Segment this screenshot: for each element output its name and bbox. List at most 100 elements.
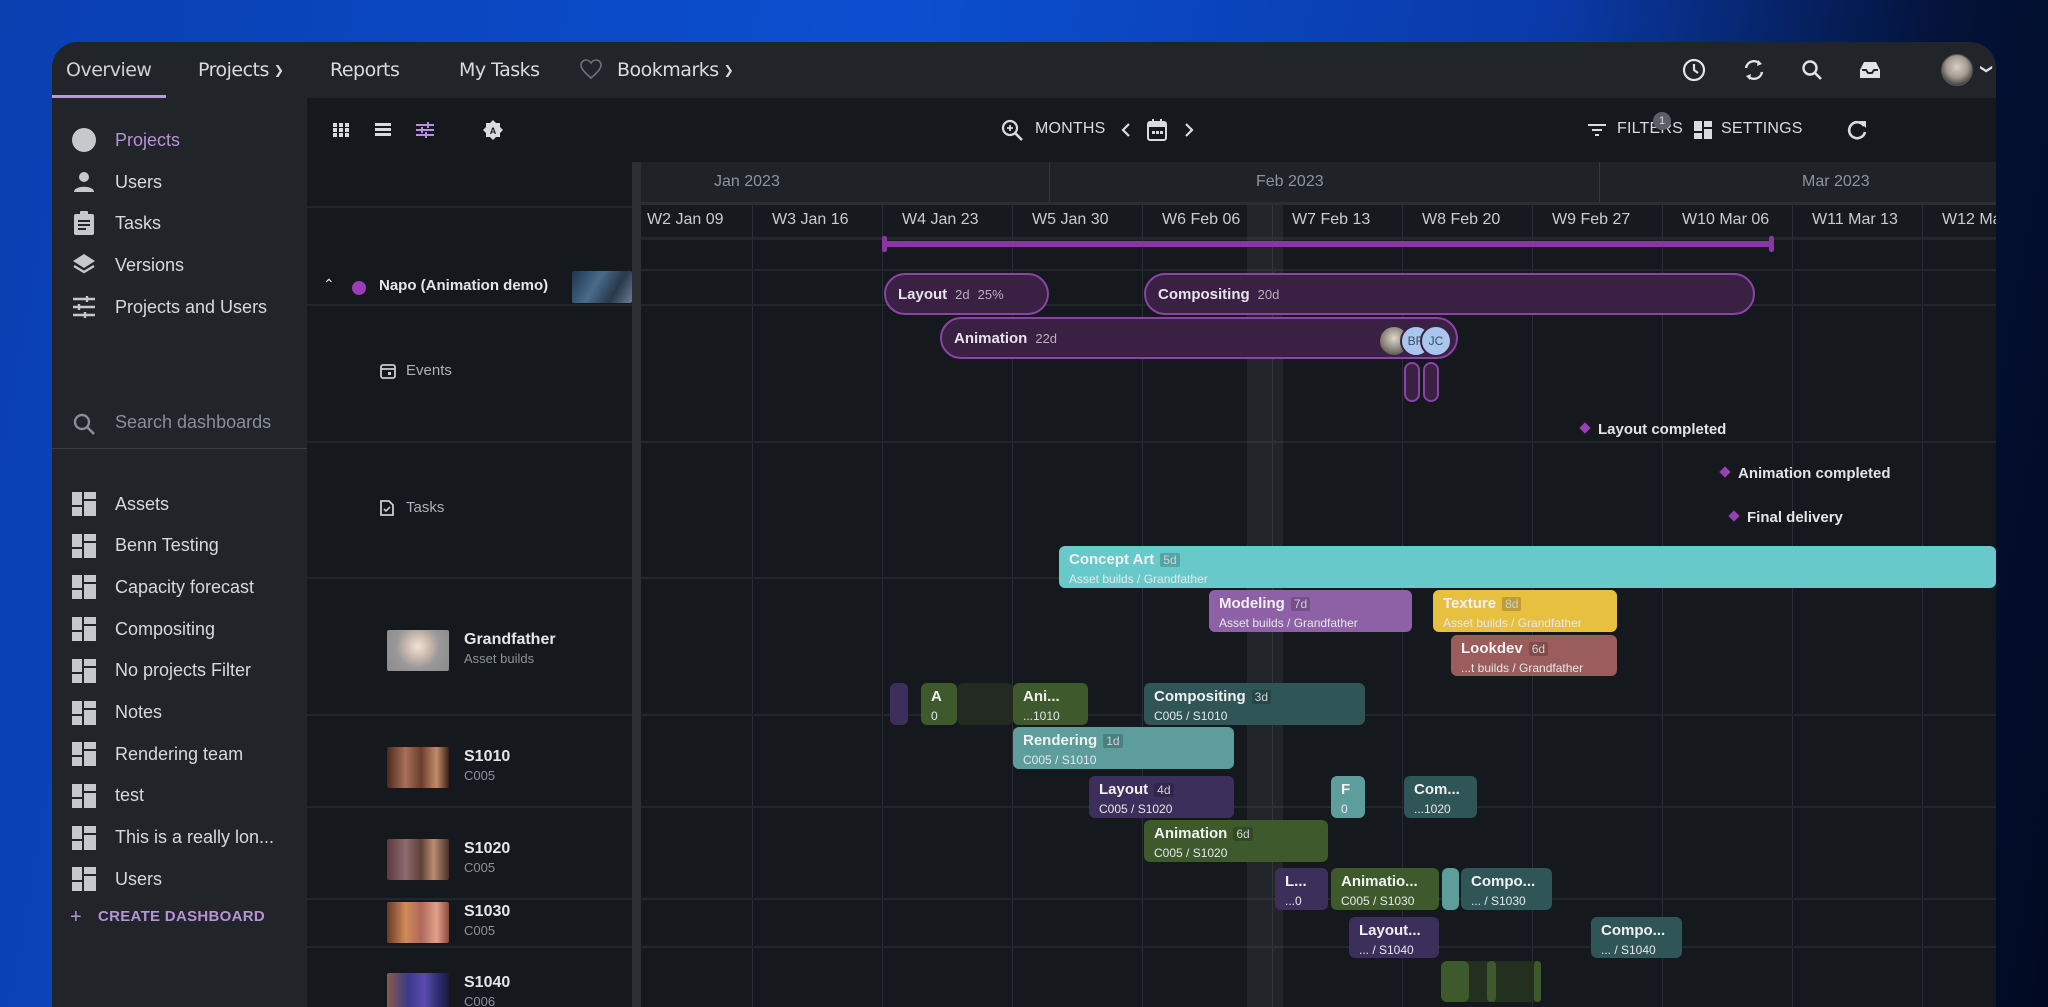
sidebar-dashboard-item[interactable]: Capacity forecast <box>52 567 307 607</box>
nav-tab-projects[interactable]: Projects ❯ <box>198 42 284 98</box>
month-header: Jan 2023 Feb 2023 Mar 2023 <box>641 162 1996 205</box>
milestone[interactable]: Layout completed <box>1579 421 1726 438</box>
create-dashboard-button[interactable]: + CREATE DASHBOARD <box>70 906 265 929</box>
entity-name[interactable]: S1030 <box>464 903 510 921</box>
list-view-icon[interactable] <box>371 118 395 142</box>
task-bar[interactable] <box>890 683 908 725</box>
event-mini[interactable] <box>1423 362 1439 402</box>
entity-name[interactable]: S1040 <box>464 974 510 992</box>
task-shadow <box>957 683 1013 725</box>
task-title: F <box>1341 781 1351 798</box>
task-bar[interactable]: Compo... ... / S1030 <box>1461 868 1552 910</box>
sidebar-item-versions[interactable]: Versions <box>52 245 307 285</box>
task-bar[interactable]: Compositing 3d C005 / S1010 <box>1144 683 1365 725</box>
task-title: Animation <box>1154 825 1228 842</box>
task-bar[interactable]: Lookdev 6d ...t builds / Grandfather <box>1451 635 1617 676</box>
gantt-view-icon[interactable] <box>413 118 437 142</box>
task-bar[interactable]: Layout... ... / S1040 <box>1349 917 1439 958</box>
entity-name[interactable]: S1020 <box>464 840 510 858</box>
task-bar[interactable]: Ani... ...1010 <box>1013 683 1088 725</box>
clock-icon[interactable] <box>1680 56 1708 84</box>
task-bar[interactable]: L... ...0 <box>1275 868 1328 910</box>
chevron-right-icon[interactable] <box>1177 118 1201 142</box>
task-bar[interactable]: A0 <box>921 683 957 725</box>
task-bar[interactable]: Rendering 1d C005 / S1010 <box>1013 727 1234 769</box>
sidebar-dashboard-item[interactable]: Assets <box>52 484 307 524</box>
user-avatar[interactable] <box>1941 54 1973 86</box>
sidebar-dashboard-item[interactable]: Users <box>52 859 307 899</box>
task-bar[interactable] <box>1442 868 1459 910</box>
filter-icon[interactable] <box>1585 118 1609 142</box>
task-bar-small[interactable] <box>1534 961 1541 1002</box>
task-subtitle: 0 <box>931 709 938 723</box>
task-bar[interactable]: Animatio... C005 / S1030 <box>1331 868 1439 910</box>
dashboard-icon <box>70 865 98 893</box>
sidebar-dashboard-item[interactable]: This is a really lon... <box>52 818 307 858</box>
milestone[interactable]: Animation completed <box>1719 465 1891 482</box>
task-subtitle: Asset builds / Grandfather <box>1443 616 1582 630</box>
task-duration: 1d <box>1103 734 1123 748</box>
project-start-handle[interactable] <box>882 236 887 252</box>
zoom-icon[interactable] <box>1000 118 1024 142</box>
chevron-left-icon[interactable] <box>1114 118 1138 142</box>
task-bar[interactable]: Layout 4d C005 / S1020 <box>1089 776 1234 818</box>
sidebar-item-projects-and-users[interactable]: Projects and Users <box>52 287 307 327</box>
calendar-icon[interactable] <box>1145 118 1169 142</box>
project-end-handle[interactable] <box>1769 236 1774 252</box>
task-bar-small[interactable] <box>1487 961 1496 1002</box>
inbox-icon[interactable] <box>1856 56 1884 84</box>
task-bar[interactable]: Modeling 7d Asset builds / Grandfather <box>1209 590 1412 632</box>
sidebar-dashboard-item[interactable]: test <box>52 776 307 816</box>
column-resize-handle[interactable] <box>632 162 641 1007</box>
task-bar-small[interactable] <box>1441 961 1469 1002</box>
project-name[interactable]: Napo (Animation demo) <box>379 277 548 294</box>
search-icon[interactable] <box>1798 56 1826 84</box>
event-mini[interactable] <box>1404 362 1420 402</box>
assignee-avatar[interactable]: JC <box>1420 325 1452 357</box>
task-subtitle: ... / S1040 <box>1601 943 1656 957</box>
collapse-chevron-icon[interactable]: ⌃ <box>323 276 335 293</box>
task-title: Animatio... <box>1341 873 1418 890</box>
nav-tab-my-tasks[interactable]: My Tasks <box>459 42 540 98</box>
grid-view-icon[interactable] <box>329 118 353 142</box>
task-bar[interactable]: Animation 6d C005 / S1020 <box>1144 820 1328 862</box>
sidebar-item-projects[interactable]: Projects <box>52 120 307 160</box>
nav-tab-overview[interactable]: Overview <box>66 42 152 98</box>
sidebar-dashboard-item[interactable]: No projects Filter <box>52 651 307 691</box>
sidebar-dashboard-item[interactable]: Notes <box>52 693 307 733</box>
sidebar-item-users[interactable]: Users <box>52 162 307 202</box>
task-title: Compositing <box>1154 688 1246 705</box>
search-placeholder[interactable]: Search dashboards <box>115 412 271 433</box>
sidebar-dashboard-item[interactable]: Benn Testing <box>52 526 307 566</box>
nav-tab-bookmarks[interactable]: Bookmarks ❯ <box>579 42 734 98</box>
entity-name[interactable]: S1010 <box>464 748 510 766</box>
sidebar-dashboard-item[interactable]: Compositing <box>52 609 307 649</box>
settings-button[interactable]: SETTINGS <box>1721 120 1803 138</box>
sidebar-item-tasks[interactable]: Tasks <box>52 203 307 243</box>
event-duration: 2d <box>955 286 970 302</box>
task-bar[interactable]: Concept Art 5d Asset builds / Grandfather <box>1059 546 1996 588</box>
event-layout[interactable]: Layout 2d 25% <box>884 273 1049 315</box>
task-bar[interactable]: F0 <box>1331 776 1365 818</box>
milestone[interactable]: Final delivery <box>1728 509 1843 526</box>
auto-brightness-icon[interactable]: A <box>481 118 505 142</box>
task-bar[interactable]: Texture 8d Asset builds / Grandfather <box>1433 590 1617 632</box>
dashboard-icon[interactable] <box>1691 118 1715 142</box>
zoom-level-label[interactable]: MONTHS <box>1035 120 1106 138</box>
event-compositing[interactable]: Compositing 20d <box>1144 273 1755 315</box>
chevron-down-icon[interactable]: ❯ <box>1980 64 1994 74</box>
circle-icon <box>70 126 98 154</box>
nav-tab-reports[interactable]: Reports <box>330 42 400 98</box>
task-duration: 3d <box>1251 690 1272 704</box>
dashboard-search[interactable]: Search dashboards <box>52 398 307 449</box>
dashboard-icon <box>70 824 98 852</box>
refresh-icon[interactable] <box>1845 118 1869 142</box>
sync-icon[interactable] <box>1740 56 1768 84</box>
sidebar-dashboard-item[interactable]: Rendering team <box>52 734 307 774</box>
event-animation[interactable]: Animation 22d BR JC <box>940 317 1458 359</box>
task-bar[interactable]: Compo... ... / S1040 <box>1591 917 1682 958</box>
task-bar[interactable]: Com... ...1020 <box>1404 776 1477 818</box>
filters-button[interactable]: FILTERS <box>1617 120 1683 138</box>
project-timeline-bar[interactable] <box>884 241 1772 247</box>
entity-name[interactable]: Grandfather <box>464 631 556 649</box>
